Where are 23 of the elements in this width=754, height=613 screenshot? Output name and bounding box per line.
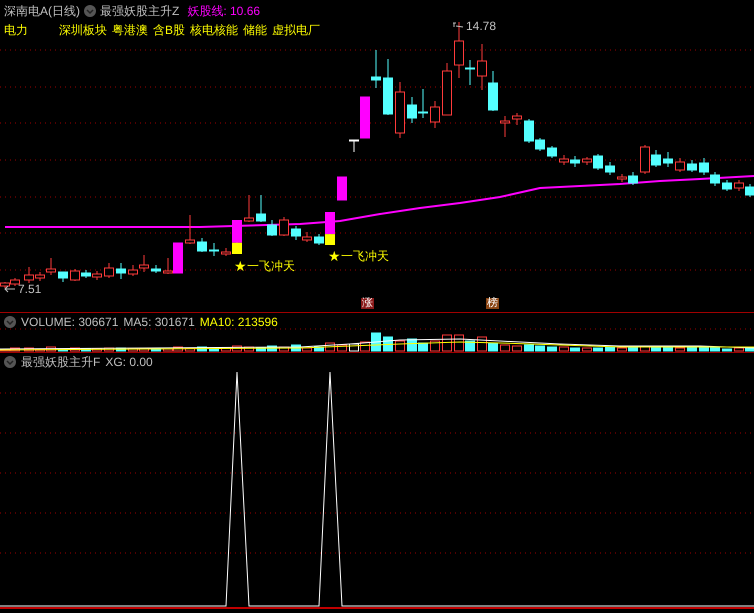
volume-label: VOLUME: 306671 <box>21 316 118 328</box>
badge: 涨 <box>361 298 374 309</box>
price-label: 14.78 <box>466 20 496 32</box>
ma10-label: MA10: 213596 <box>200 316 278 328</box>
ma5-label: MA5: 301671 <box>123 316 195 328</box>
star-icon: ★ <box>328 249 341 263</box>
sector-tag: 含B股 <box>153 24 186 36</box>
sector-tag: 虚拟电厂 <box>272 24 320 36</box>
sector-tag: 核电核能 <box>190 24 238 36</box>
sector-tag: 粤港澳 <box>112 24 148 36</box>
stock-title: 深南电A(日线) <box>4 5 80 17</box>
indicator-name: 最强妖股主升Z <box>100 5 180 17</box>
sector-tag: 电力 <box>4 24 28 36</box>
sector-tag: 深圳板块 <box>59 24 107 36</box>
sector-tag: 储能 <box>243 24 268 36</box>
star-icon: ★ <box>234 259 247 273</box>
price-label: 7.51 <box>18 283 42 295</box>
indicator-value: 妖股线: 10.66 <box>187 5 260 17</box>
badge: 榜 <box>486 298 499 309</box>
signal-label: 一飞冲天 <box>247 260 295 272</box>
sub-indicator-value: XG: 0.00 <box>105 356 153 368</box>
sub-indicator-title: 最强妖股主升F <box>21 356 100 368</box>
signal-label: 一飞冲天 <box>341 250 389 262</box>
